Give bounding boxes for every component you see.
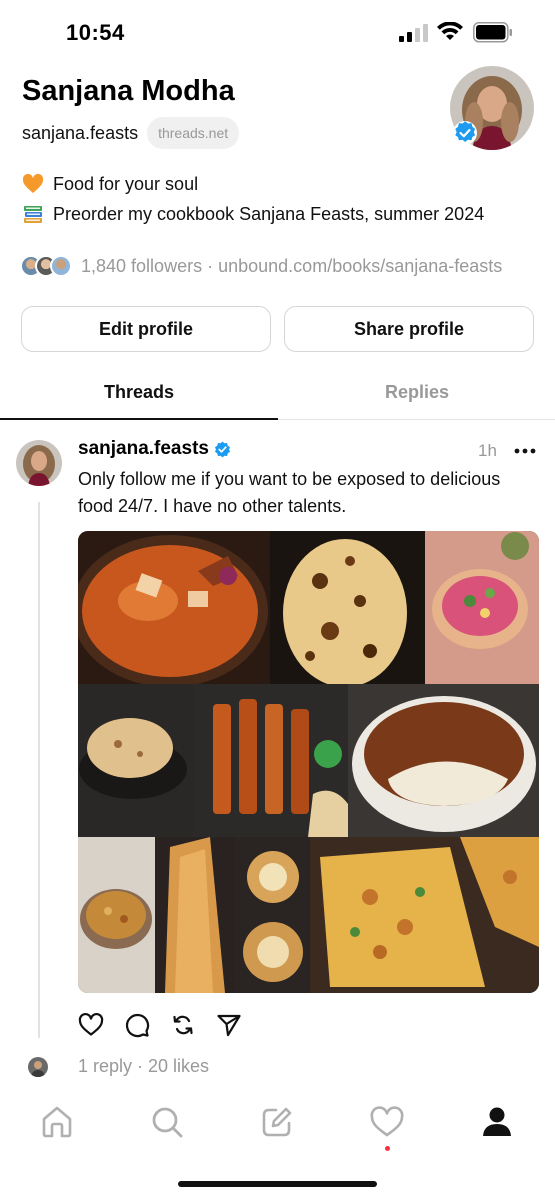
thread-connector-line — [38, 502, 40, 1038]
orange-heart-icon — [22, 173, 44, 193]
like-heart-icon[interactable] — [78, 1012, 104, 1038]
replier-avatar[interactable] — [28, 1057, 48, 1077]
profile-link[interactable]: unbound.com/books/sanjana-feasts — [218, 256, 502, 276]
books-icon — [24, 206, 42, 223]
photo-salad-bowl — [425, 531, 539, 684]
photo-roti — [78, 684, 193, 837]
home-icon[interactable] — [39, 1104, 75, 1140]
separator-dot: · — [207, 255, 214, 276]
cellular-signal-icon — [399, 24, 428, 42]
share-profile-button[interactable]: Share profile — [284, 306, 534, 352]
post-timestamp: 1h — [478, 441, 497, 460]
tab-threads[interactable]: Threads — [0, 382, 278, 403]
bio-line-1: Food for your soul — [22, 173, 198, 195]
profile-handle: sanjana.feasts — [22, 122, 139, 143]
more-options-icon[interactable] — [514, 447, 536, 455]
photo-curry-pot — [78, 837, 155, 993]
photo-tiramisu — [348, 684, 539, 837]
followers-row[interactable]: 1,840 followers · unbound.com/books/sanj… — [20, 252, 535, 280]
compose-icon[interactable] — [259, 1104, 295, 1140]
threads-domain-badge[interactable]: threads.net — [147, 117, 240, 149]
notification-dot — [385, 1146, 390, 1151]
active-tab-indicator — [0, 418, 278, 420]
photo-paneer-tikka-skewers — [193, 684, 348, 837]
followers-and-link[interactable]: 1,840 followers · unbound.com/books/sanj… — [81, 256, 502, 277]
comment-icon[interactable] — [124, 1012, 150, 1038]
activity-heart-icon[interactable] — [369, 1104, 405, 1140]
photo-samosas — [235, 837, 310, 993]
battery-icon — [473, 22, 512, 43]
status-bar: 10:54 — [0, 0, 555, 66]
photo-naan — [270, 531, 425, 684]
search-icon[interactable] — [149, 1104, 185, 1140]
post-actions — [78, 1012, 262, 1038]
status-time: 10:54 — [66, 20, 125, 45]
photo-dosa — [155, 837, 235, 993]
profile-handle-row: sanjana.feasts threads.net — [22, 116, 240, 150]
post-author-avatar[interactable] — [16, 440, 62, 486]
tab-replies[interactable]: Replies — [278, 382, 555, 403]
share-send-icon[interactable] — [216, 1012, 242, 1038]
photo-loaded-bread — [310, 837, 539, 993]
bio-line-2: Preorder my cookbook Sanjana Feasts, sum… — [22, 203, 484, 225]
post-author-row: sanjana.feasts — [78, 438, 231, 460]
post-stats[interactable]: 1 reply · 20 likes — [78, 1056, 209, 1077]
follower-avatar — [50, 255, 72, 277]
home-indicator[interactable] — [178, 1181, 377, 1187]
verified-badge-icon — [453, 121, 477, 145]
profile-icon[interactable] — [479, 1104, 515, 1140]
verified-badge-icon — [214, 441, 230, 457]
bio-text-2: Preorder my cookbook Sanjana Feasts, sum… — [53, 203, 485, 224]
post-photo-collage[interactable] — [78, 531, 539, 993]
edit-profile-button[interactable]: Edit profile — [21, 306, 271, 352]
followers-count[interactable]: 1,840 followers — [81, 256, 202, 276]
post-author-name[interactable]: sanjana.feasts — [78, 438, 209, 460]
repost-icon[interactable] — [170, 1012, 196, 1038]
profile-name: Sanjana Modha — [22, 75, 235, 107]
wifi-icon — [437, 22, 463, 40]
bio-text-1: Food for your soul — [53, 173, 199, 194]
post-body-text: Only follow me if you want to be exposed… — [78, 469, 501, 516]
photo-butter-curry — [78, 531, 270, 684]
